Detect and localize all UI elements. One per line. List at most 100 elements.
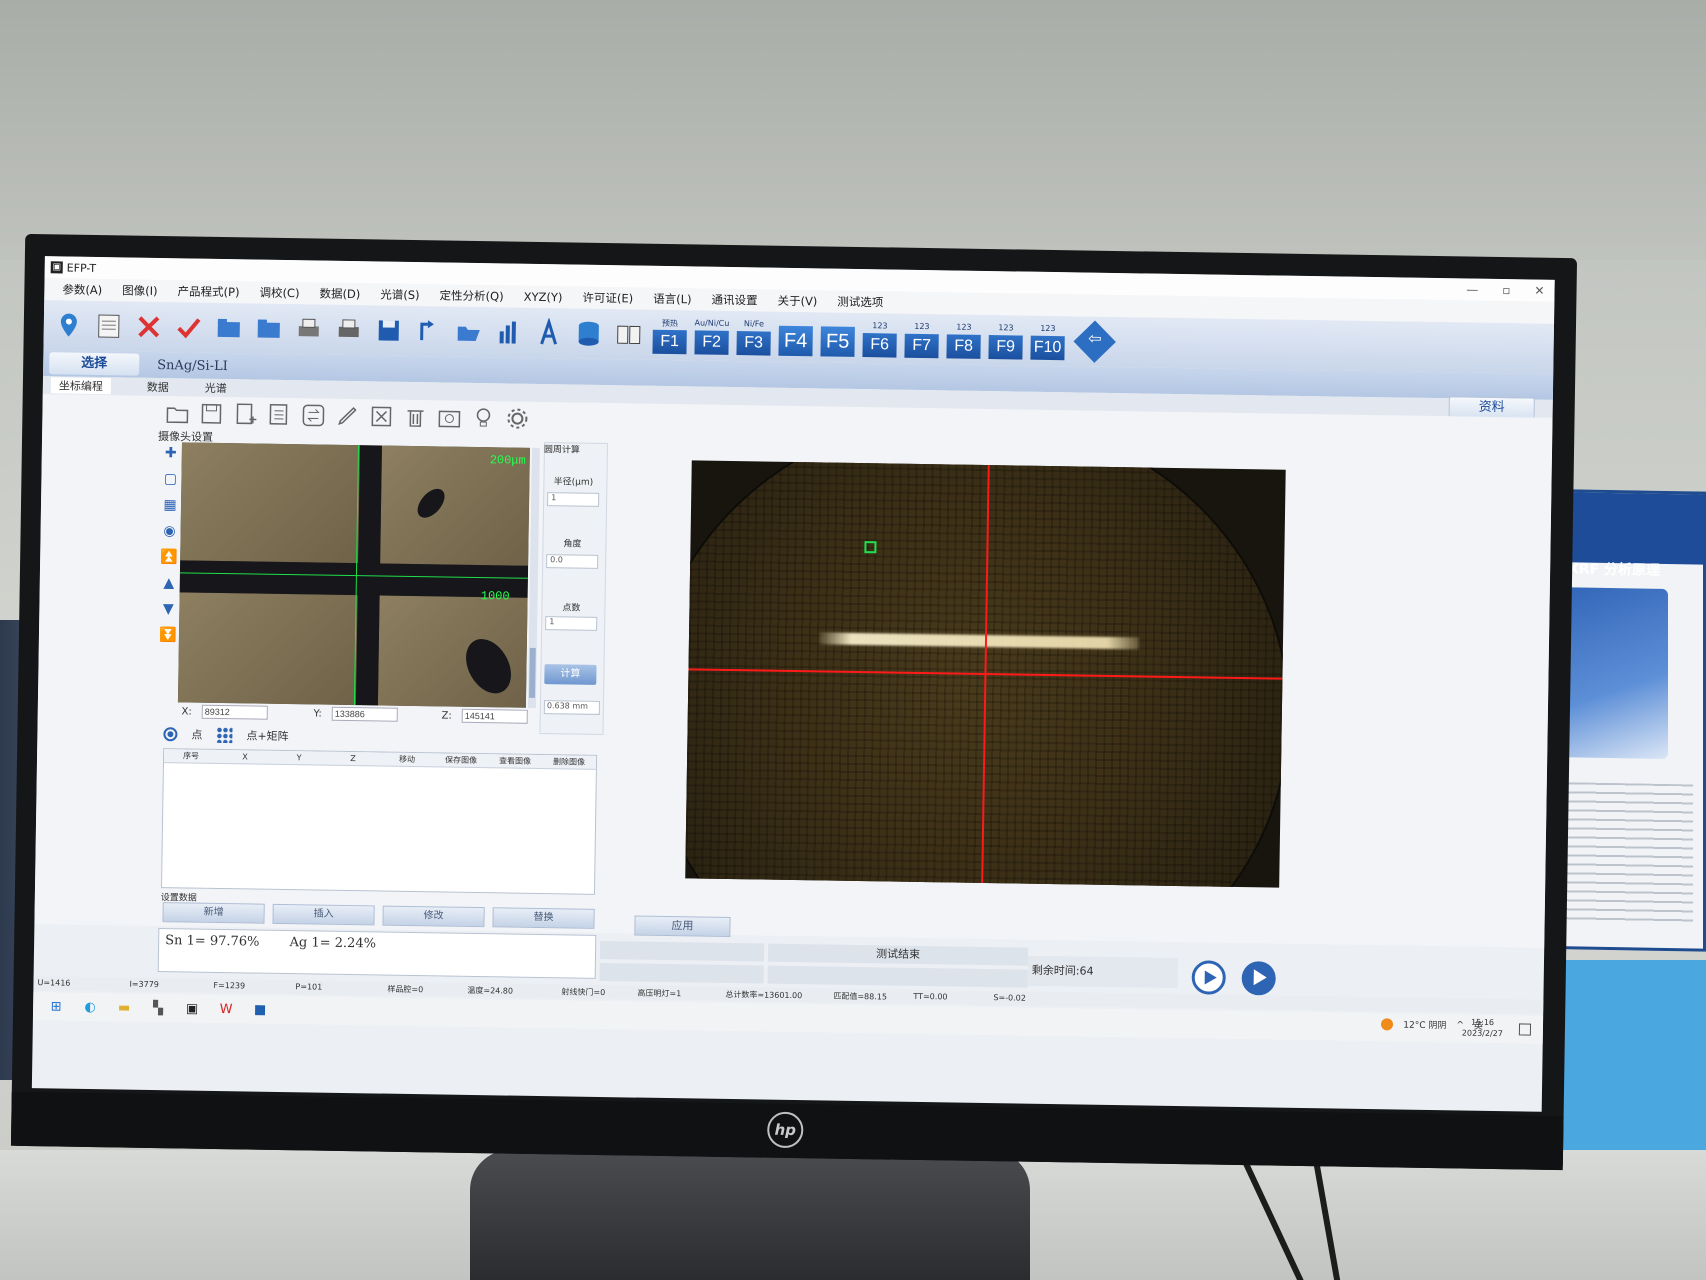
camera-view[interactable]: 200μm 1000 — [177, 442, 530, 708]
menu-language[interactable]: 语言(L) — [643, 291, 702, 308]
run-cycle-button[interactable] — [1191, 960, 1226, 995]
edit-row-button[interactable] — [332, 401, 362, 431]
menu-params[interactable]: 参数(A) — [52, 281, 112, 298]
print-button[interactable] — [292, 312, 327, 347]
location-pin-icon — [60, 313, 77, 337]
minimize-button[interactable]: — — [1466, 283, 1478, 297]
x-field[interactable] — [201, 704, 268, 720]
menu-data[interactable]: 数据(D) — [309, 285, 370, 302]
tab-coordinate-programming[interactable]: 坐标编程 — [50, 377, 112, 395]
modify-button[interactable]: 修改 — [382, 905, 485, 928]
file-explorer-icon[interactable]: ▬ — [115, 998, 133, 1016]
menu-product-program[interactable]: 产品程式(P) — [167, 283, 249, 300]
apply-button[interactable]: 应用 — [634, 915, 731, 938]
close-button[interactable]: ✕ — [1534, 284, 1544, 298]
book-button[interactable] — [611, 317, 646, 352]
monitor: hp ▣ EFP-T — ▫ ✕ 参数(A) 图像(I) 产品程式(P) 调校(… — [10, 233, 1578, 1171]
wps-icon[interactable]: W — [217, 1000, 235, 1018]
swap-button[interactable] — [298, 400, 328, 430]
target-icon[interactable]: ◉ — [160, 522, 178, 540]
save-button[interactable] — [372, 313, 407, 348]
f10-key[interactable]: 123 F10 — [1029, 322, 1066, 361]
delete-button[interactable] — [400, 402, 430, 432]
check-button[interactable] — [172, 310, 207, 345]
menu-spectrum[interactable]: 光谱(S) — [370, 286, 430, 303]
f1-key[interactable]: 预热 F1 — [651, 316, 688, 355]
text-button[interactable] — [531, 316, 566, 351]
settings-button[interactable] — [502, 403, 532, 433]
f2-key[interactable]: Au/Ni/Cu F2 — [693, 316, 730, 355]
app-tool-icon[interactable]: ▚ — [149, 999, 167, 1017]
list-button[interactable] — [264, 400, 294, 430]
radius-field[interactable]: 1 — [547, 492, 600, 507]
light-button[interactable] — [468, 403, 498, 433]
fast-down-icon[interactable]: ⏬ — [159, 626, 177, 644]
location-pin-button[interactable] — [52, 308, 87, 343]
menu-license[interactable]: 许可证(E) — [572, 289, 643, 306]
f8-key[interactable]: 123 F8 — [945, 320, 982, 359]
menu-test-options[interactable]: 测试选项 — [827, 293, 893, 310]
camera-scrollbar[interactable] — [527, 447, 540, 708]
insert-button[interactable]: 插入 — [272, 903, 375, 926]
y-field[interactable] — [331, 706, 398, 722]
up-arrow-icon[interactable]: ▲ — [160, 574, 178, 592]
capture-button[interactable] — [434, 402, 464, 432]
f3-key[interactable]: Ni/Fe F3 — [735, 317, 772, 356]
exit-button[interactable]: ⇦ — [1073, 320, 1116, 363]
sample-overview[interactable] — [685, 460, 1286, 888]
edge-browser-icon[interactable]: ◐ — [81, 998, 99, 1016]
replace-button[interactable]: 替换 — [492, 907, 595, 929]
down-arrow-icon[interactable]: ▼ — [159, 600, 177, 618]
f6-key[interactable]: 123 F6 — [861, 319, 898, 358]
scroll-thumb[interactable] — [529, 647, 536, 698]
point-radio[interactable] — [163, 727, 178, 742]
open-button[interactable] — [452, 315, 487, 350]
weather-text[interactable]: 12°C 阴阴 — [1403, 1018, 1446, 1032]
add-row-button[interactable] — [230, 399, 260, 429]
tab-data[interactable]: 数据 — [147, 379, 169, 395]
fast-up-icon[interactable]: ⏫ — [160, 548, 178, 566]
crosshair-icon[interactable]: ✚ — [162, 444, 180, 462]
open-file-button[interactable] — [162, 398, 192, 428]
f4-key[interactable]: F4 — [777, 318, 814, 357]
calculate-button[interactable]: 计算 — [544, 664, 597, 685]
f7-key[interactable]: 123 F7 — [903, 320, 940, 359]
maximize-button[interactable]: ▫ — [1502, 283, 1510, 297]
add-button[interactable]: 新增 — [162, 902, 265, 924]
z-field[interactable] — [461, 708, 528, 724]
folder-button-2[interactable] — [252, 311, 287, 346]
menu-calibrate[interactable]: 调校(C) — [249, 284, 309, 301]
save-file-button[interactable] — [196, 399, 226, 429]
folder-button-1[interactable] — [212, 311, 247, 346]
menu-comm-settings[interactable]: 通讯设置 — [701, 291, 767, 308]
stat-total-count: 总计数率=13601.00 — [725, 989, 803, 1001]
delete-tools-button[interactable] — [132, 310, 167, 345]
angle-field[interactable]: 0.0 — [546, 554, 599, 569]
windows-start-icon[interactable]: ⊞ — [47, 997, 65, 1015]
print-preview-button[interactable] — [332, 313, 367, 348]
f5-key[interactable]: F5 — [819, 318, 856, 357]
f9-key[interactable]: 123 F9 — [987, 321, 1024, 360]
chart-button[interactable] — [492, 315, 527, 350]
clear-button[interactable] — [366, 401, 396, 431]
menu-about[interactable]: 关于(V) — [767, 293, 827, 310]
notification-icon[interactable] — [1518, 1023, 1532, 1036]
select-tab[interactable]: 选择 — [49, 352, 140, 376]
export-button[interactable] — [412, 314, 447, 349]
menu-qualitative[interactable]: 定性分析(Q) — [429, 287, 513, 304]
frame-icon[interactable]: ▢ — [161, 470, 179, 488]
grid-tool-icon[interactable]: ▦ — [161, 496, 179, 514]
app-window-icon[interactable]: ■ — [251, 1001, 269, 1019]
database-button[interactable] — [571, 316, 606, 351]
menu-image[interactable]: 图像(I) — [112, 282, 168, 299]
start-button[interactable] — [1241, 961, 1276, 996]
tab-spectrum[interactable]: 光谱 — [205, 380, 227, 396]
point-table[interactable]: 序号 X Y Z 移动 保存图像 查看图像 删除图像 — [160, 748, 598, 895]
points-field[interactable]: 1 — [545, 616, 598, 631]
camera-toolbar — [162, 398, 532, 434]
edit-button[interactable] — [92, 309, 127, 344]
clock[interactable]: 15:16 2023/2/27 — [1462, 1017, 1503, 1040]
efp-app-icon[interactable]: ▣ — [183, 999, 201, 1017]
menu-xyz[interactable]: XYZ(Y) — [514, 290, 573, 305]
matrix-icon[interactable] — [216, 726, 233, 744]
